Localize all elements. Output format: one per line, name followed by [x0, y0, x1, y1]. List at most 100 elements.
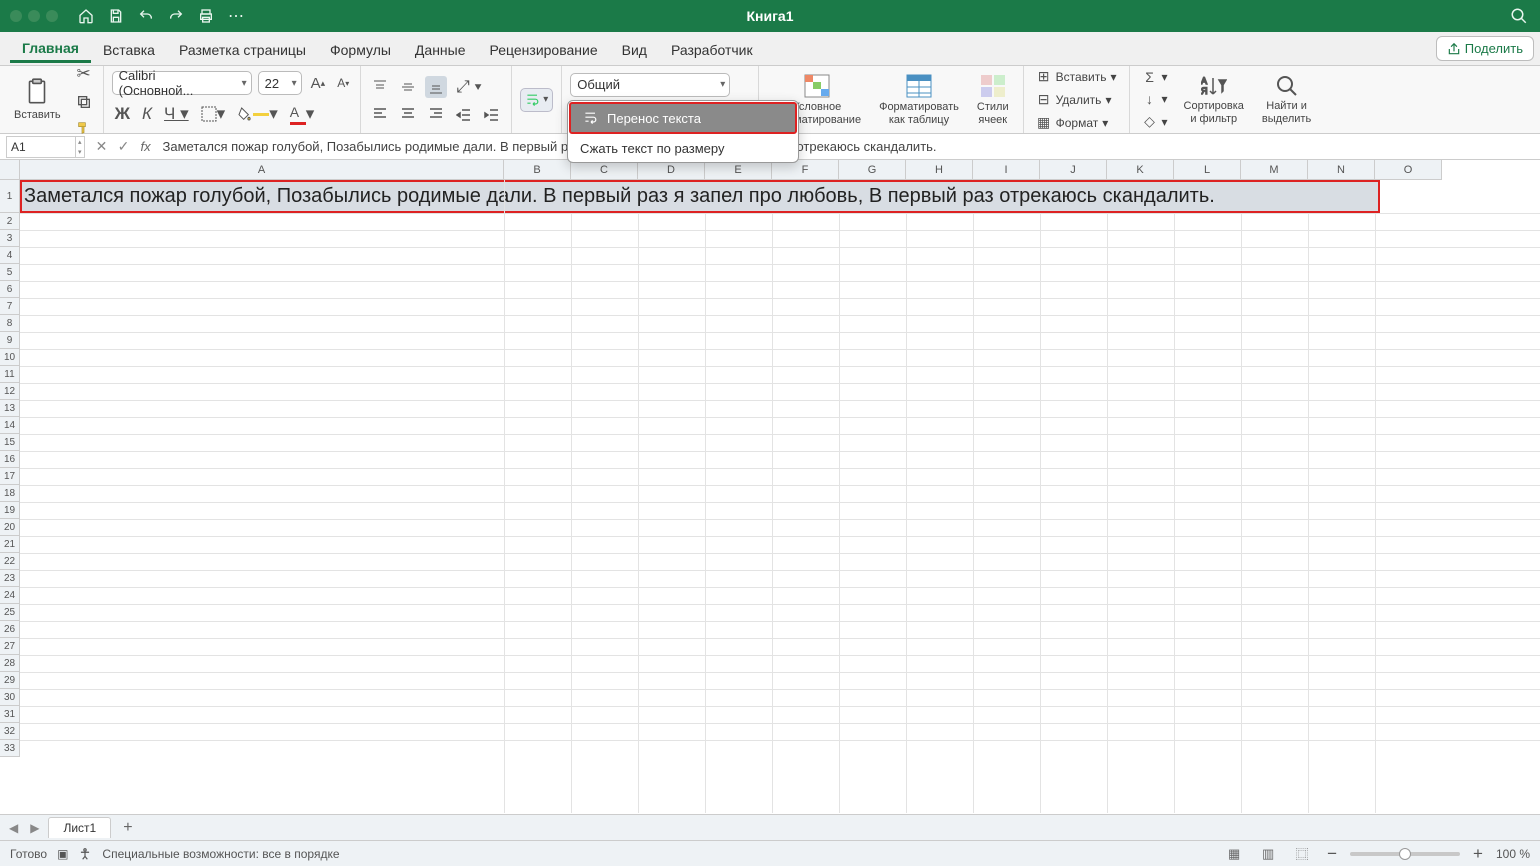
zoom-window-button[interactable]: [46, 10, 58, 22]
tab-review[interactable]: Рецензирование: [478, 36, 610, 62]
align-left-icon[interactable]: [369, 102, 391, 124]
sort-filter-button[interactable]: AЯ Сортировка и фильтр: [1178, 70, 1250, 128]
page-layout-view-icon[interactable]: ▥: [1256, 845, 1280, 863]
wrap-text-menu-item[interactable]: Перенос текста: [569, 102, 797, 134]
print-icon[interactable]: [198, 6, 214, 26]
number-format-select[interactable]: Общий: [570, 73, 730, 97]
row-header[interactable]: 2: [0, 213, 19, 230]
column-header[interactable]: G: [839, 160, 906, 179]
wrap-text-split-button[interactable]: ▾: [520, 88, 553, 112]
home-icon[interactable]: [78, 6, 94, 26]
row-header[interactable]: 7: [0, 298, 19, 315]
name-box[interactable]: A1: [6, 136, 76, 158]
spreadsheet-grid[interactable]: ABCDEFGHIJKLMNO 123456789101112131415161…: [0, 160, 1540, 814]
tab-insert[interactable]: Вставка: [91, 36, 167, 62]
enter-formula-icon[interactable]: ✓: [113, 138, 135, 155]
format-as-table-button[interactable]: Форматировать как таблицу: [873, 69, 965, 129]
zoom-in-button[interactable]: +: [1470, 841, 1486, 867]
row-header[interactable]: 17: [0, 468, 19, 485]
row-header[interactable]: 8: [0, 315, 19, 332]
column-header[interactable]: A: [20, 160, 504, 179]
sheet-nav-next-icon[interactable]: ▶: [27, 821, 42, 835]
underline-button[interactable]: Ч ▾: [161, 101, 192, 127]
redo-icon[interactable]: [168, 6, 184, 26]
row-header[interactable]: 23: [0, 570, 19, 587]
clear-button[interactable]: ◇▾: [1138, 111, 1172, 132]
find-select-button[interactable]: Найти и выделить: [1256, 70, 1317, 128]
increase-font-icon[interactable]: A▴: [308, 72, 329, 95]
row-header[interactable]: 5: [0, 264, 19, 281]
macro-record-icon[interactable]: ▣: [57, 847, 68, 861]
row-header[interactable]: 14: [0, 417, 19, 434]
undo-icon[interactable]: [138, 6, 154, 26]
accessibility-icon[interactable]: [78, 847, 92, 861]
decrease-font-icon[interactable]: A▾: [334, 73, 352, 93]
column-header[interactable]: B: [504, 160, 571, 179]
zoom-slider[interactable]: [1350, 852, 1460, 856]
tab-page-layout[interactable]: Разметка страницы: [167, 36, 318, 62]
row-header[interactable]: 19: [0, 502, 19, 519]
tab-developer[interactable]: Разработчик: [659, 36, 765, 62]
paste-button[interactable]: Вставить: [8, 73, 67, 125]
row-header[interactable]: 12: [0, 383, 19, 400]
borders-button[interactable]: ▾: [198, 101, 229, 127]
column-header[interactable]: J: [1040, 160, 1107, 179]
share-button[interactable]: Поделить: [1436, 36, 1534, 61]
align-bottom-icon[interactable]: [425, 76, 447, 98]
tab-data[interactable]: Данные: [403, 36, 478, 62]
formula-input[interactable]: Заметался пожар голубой, Позабылись роди…: [157, 139, 1540, 154]
zoom-thumb[interactable]: [1399, 848, 1411, 860]
column-header[interactable]: L: [1174, 160, 1241, 179]
row-header[interactable]: 6: [0, 281, 19, 298]
zoom-out-button[interactable]: −: [1324, 841, 1340, 867]
column-header[interactable]: I: [973, 160, 1040, 179]
sheet-nav-prev-icon[interactable]: ◀: [6, 821, 21, 835]
minimize-window-button[interactable]: [28, 10, 40, 22]
row-header[interactable]: 28: [0, 655, 19, 672]
row-header[interactable]: 11: [0, 366, 19, 383]
sheet-tab[interactable]: Лист1: [48, 817, 111, 838]
normal-view-icon[interactable]: ▦: [1222, 845, 1246, 863]
font-name-select[interactable]: Calibri (Основной...: [112, 71, 252, 95]
select-all-corner[interactable]: [0, 160, 20, 180]
align-center-icon[interactable]: [397, 102, 419, 124]
cell-styles-button[interactable]: Стили ячеек: [971, 69, 1015, 129]
cancel-formula-icon[interactable]: ✕: [91, 138, 113, 155]
font-size-select[interactable]: 22: [258, 71, 302, 95]
autosum-button[interactable]: Σ▾: [1138, 67, 1172, 87]
row-header[interactable]: 15: [0, 434, 19, 451]
orientation-icon[interactable]: ⤢ ▾: [453, 74, 484, 100]
row-header[interactable]: 26: [0, 621, 19, 638]
fx-icon[interactable]: fx: [135, 139, 157, 154]
fill-color-button[interactable]: ▾: [234, 101, 281, 127]
insert-cells-button[interactable]: ⊞Вставить ▾: [1032, 66, 1121, 87]
row-header[interactable]: 18: [0, 485, 19, 502]
row-header[interactable]: 16: [0, 451, 19, 468]
tab-view[interactable]: Вид: [610, 36, 659, 62]
delete-cells-button[interactable]: ⊟Удалить ▾: [1032, 89, 1121, 110]
column-header[interactable]: O: [1375, 160, 1442, 179]
save-icon[interactable]: [108, 6, 124, 26]
row-header[interactable]: 25: [0, 604, 19, 621]
font-color-button[interactable]: A ▾: [287, 99, 318, 128]
tab-formulas[interactable]: Формулы: [318, 36, 403, 62]
search-icon[interactable]: [1510, 7, 1528, 25]
column-header[interactable]: K: [1107, 160, 1174, 179]
column-header[interactable]: N: [1308, 160, 1375, 179]
bold-button[interactable]: Ж: [112, 101, 133, 127]
align-middle-icon[interactable]: [397, 76, 419, 98]
row-header[interactable]: 33: [0, 740, 19, 757]
tab-home[interactable]: Главная: [10, 34, 91, 63]
row-header[interactable]: 13: [0, 400, 19, 417]
row-header[interactable]: 1: [0, 180, 19, 213]
increase-indent-icon[interactable]: [481, 104, 503, 126]
format-cells-button[interactable]: ▦Формат ▾: [1032, 112, 1121, 133]
align-top-icon[interactable]: [369, 76, 391, 98]
more-icon[interactable]: ⋯: [228, 6, 244, 26]
row-header[interactable]: 32: [0, 723, 19, 740]
add-sheet-button[interactable]: +: [117, 819, 138, 837]
fill-button[interactable]: ↓▾: [1138, 89, 1172, 109]
row-header[interactable]: 10: [0, 349, 19, 366]
row-header[interactable]: 31: [0, 706, 19, 723]
row-header[interactable]: 24: [0, 587, 19, 604]
